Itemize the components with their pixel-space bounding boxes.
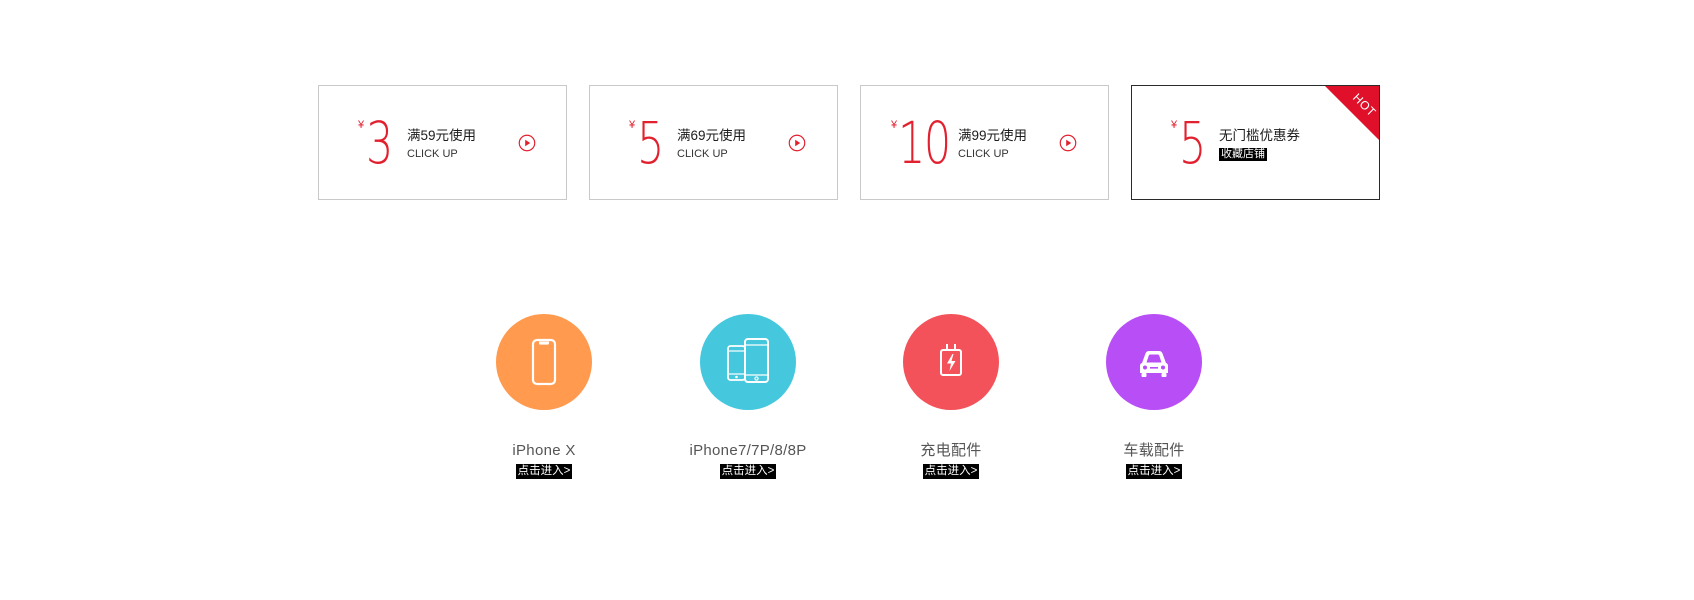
category-circle[interactable] — [903, 314, 999, 410]
category-charging-accessories[interactable]: 充电配件 点击进入> — [851, 314, 1051, 479]
currency-symbol: ¥ — [629, 119, 636, 131]
play-circle-icon[interactable] — [518, 134, 536, 152]
category-car-accessories[interactable]: 车载配件 点击进入> — [1054, 314, 1254, 479]
enter-link[interactable]: 点击进入> — [719, 464, 777, 479]
coupon-card-5[interactable]: ¥ 5 满69元使用 CLICK UP — [589, 85, 838, 200]
hot-ribbon: HOT — [1324, 86, 1379, 141]
coupon-amount: 5 — [1179, 109, 1206, 177]
currency-symbol: ¥ — [358, 119, 365, 131]
coupon-click-up: CLICK UP — [407, 148, 458, 160]
charger-icon — [940, 344, 962, 376]
coupon-click-up: CLICK UP — [677, 148, 728, 160]
category-iphone-7-8[interactable]: iPhone7/7P/8/8P 点击进入> — [648, 314, 848, 479]
currency-symbol: ¥ — [891, 119, 898, 131]
category-iphone-x[interactable]: iPhone X 点击进入> — [444, 314, 644, 479]
coupon-amount: 3 — [366, 109, 393, 177]
enter-link[interactable]: 点击进入> — [922, 464, 980, 479]
play-circle-icon[interactable] — [1059, 134, 1077, 152]
coupon-row: ¥ 3 满59元使用 CLICK UP ¥ 5 满69元使用 CLICK UP … — [318, 85, 1382, 200]
iphone-x-icon — [531, 338, 557, 386]
category-label: 充电配件 — [920, 442, 982, 459]
play-circle-icon[interactable] — [788, 134, 806, 152]
coupon-condition: 无门槛优惠券 — [1219, 128, 1300, 143]
favorite-shop-tag[interactable]: 收藏店铺 — [1219, 148, 1267, 161]
currency-symbol: ¥ — [1171, 119, 1178, 131]
category-circle[interactable] — [496, 314, 592, 410]
coupon-amount: 5 — [637, 109, 664, 177]
category-label: iPhone X — [512, 442, 576, 459]
category-label: iPhone7/7P/8/8P — [689, 442, 807, 459]
two-phones-icon — [727, 338, 769, 383]
category-label: 车载配件 — [1123, 442, 1185, 459]
coupon-condition: 满99元使用 — [958, 128, 1028, 143]
coupon-condition: 满59元使用 — [407, 128, 477, 143]
coupon-amount: 10 — [898, 109, 951, 177]
coupon-card-no-threshold[interactable]: ¥ 5 无门槛优惠券 收藏店铺 HOT — [1131, 85, 1380, 200]
coupon-card-10[interactable]: ¥ 10 满99元使用 CLICK UP — [860, 85, 1109, 200]
category-circle[interactable] — [1106, 314, 1202, 410]
enter-link[interactable]: 点击进入> — [1125, 464, 1183, 479]
coupon-condition: 满69元使用 — [677, 128, 747, 143]
category-circle[interactable] — [700, 314, 796, 410]
coupon-click-up: CLICK UP — [958, 148, 1009, 160]
coupon-card-3[interactable]: ¥ 3 满59元使用 CLICK UP — [318, 85, 567, 200]
car-icon — [1140, 351, 1168, 377]
enter-link[interactable]: 点击进入> — [515, 464, 573, 479]
